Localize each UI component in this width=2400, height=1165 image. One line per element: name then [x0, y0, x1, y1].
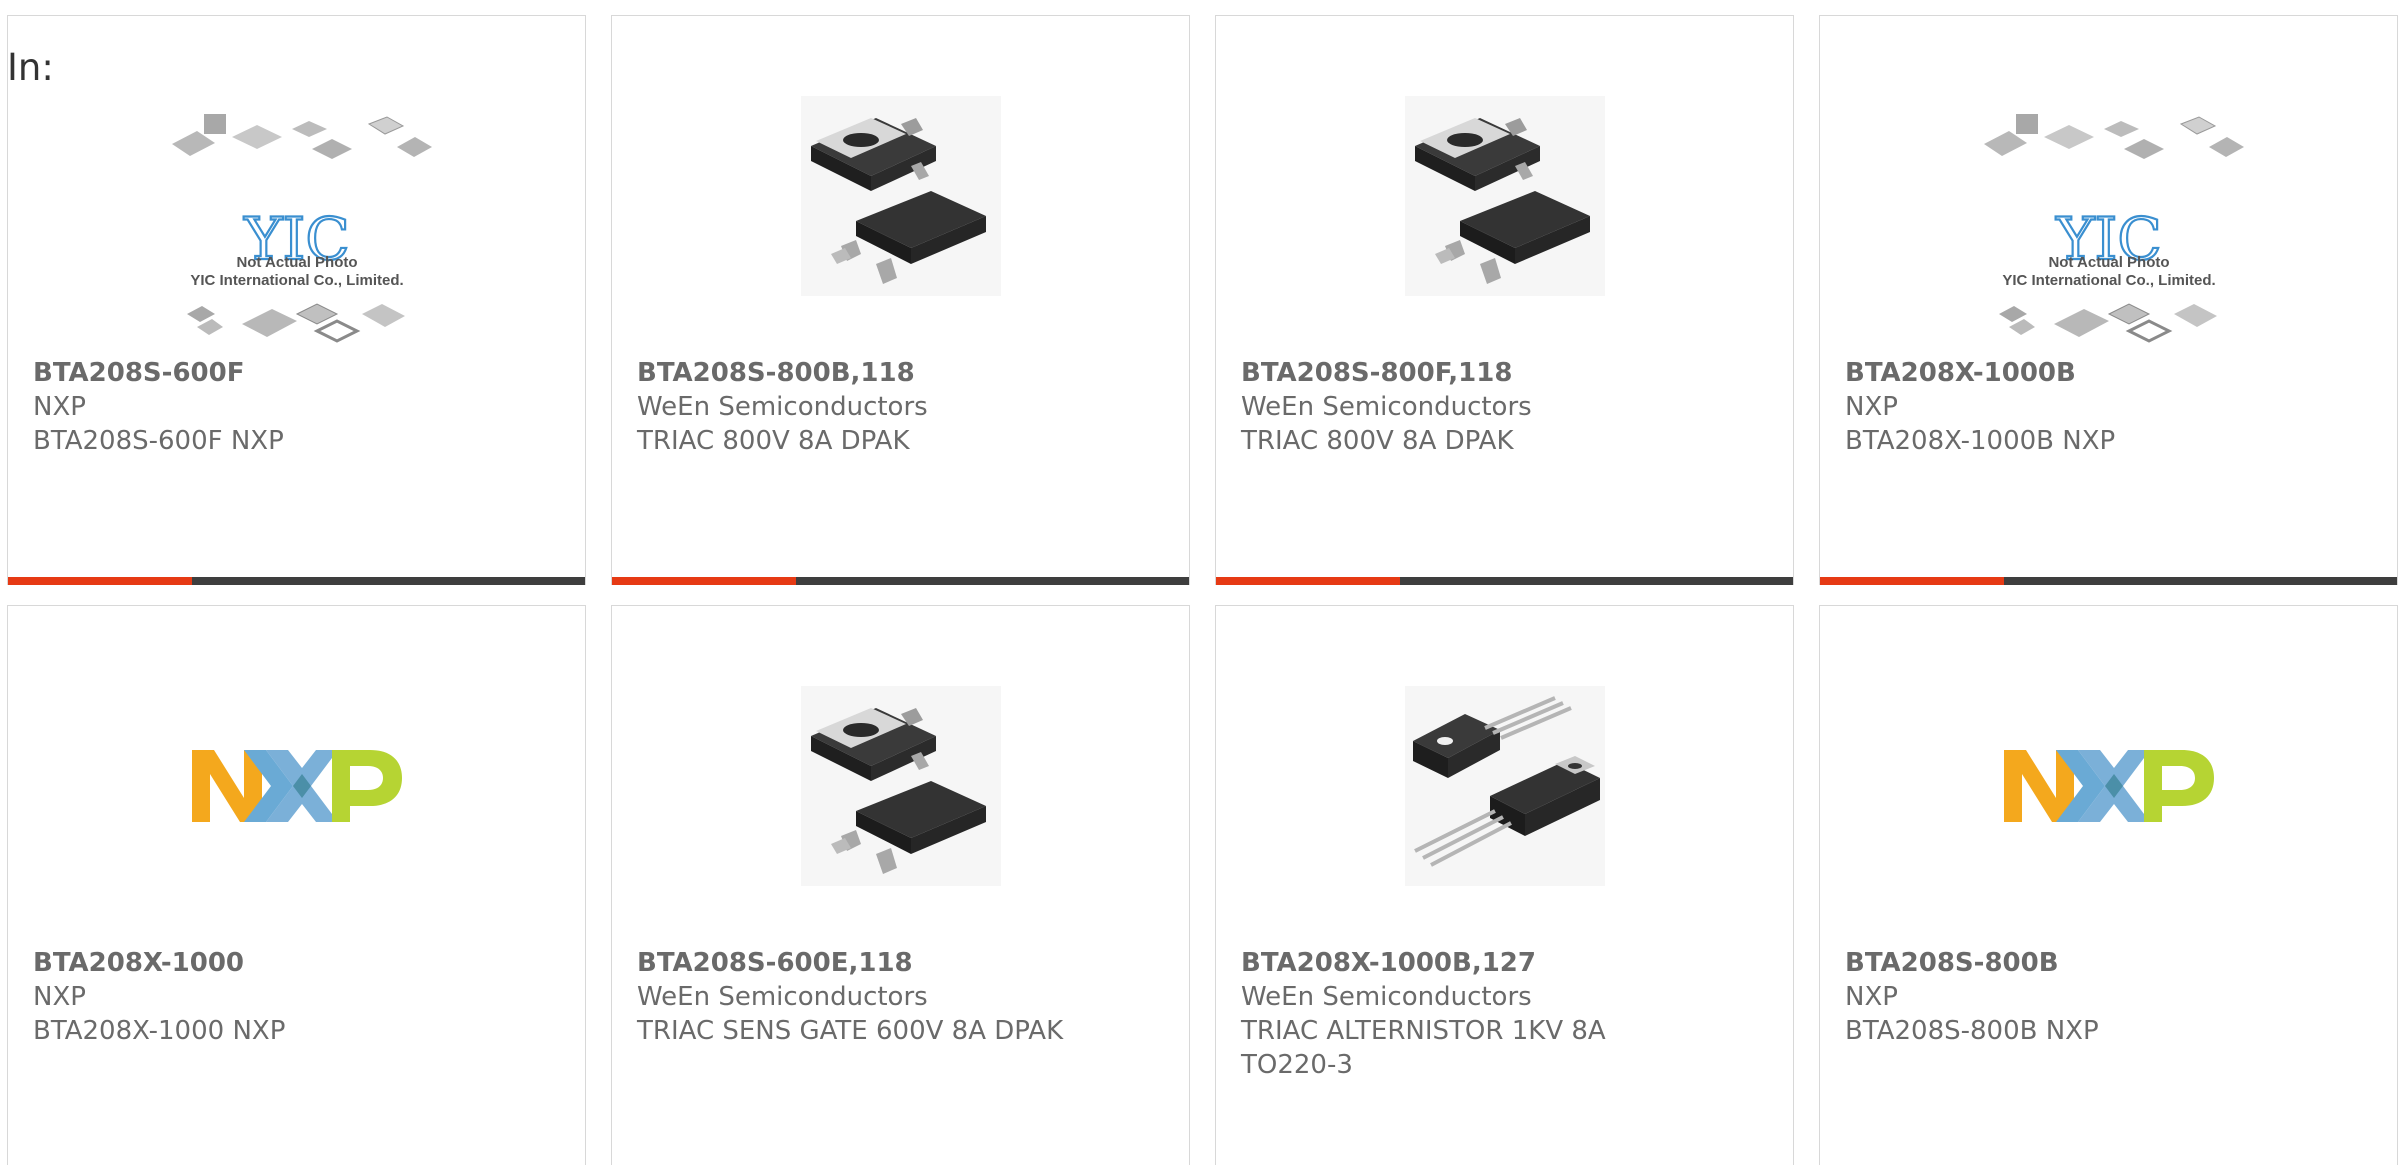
card-accent-bar — [8, 577, 192, 585]
manufacturer: WeEn Semiconductors — [637, 392, 928, 422]
product-card[interactable]: YIC Not Actual Photo YIC International C… — [1819, 15, 2398, 585]
description: BTA208S-600F NXP — [33, 426, 284, 456]
svg-text:Not Actual Photo: Not Actual Photo — [236, 254, 357, 271]
dpak-package-icon — [800, 686, 1001, 886]
card-bottom-bar — [1216, 577, 1793, 585]
part-number[interactable]: BTA208S-800F,118 — [1241, 356, 1773, 390]
product-card[interactable]: BTA208S-800F,118 WeEn Semiconductors TRI… — [1215, 15, 1794, 585]
part-number[interactable]: BTA208X-1000 — [33, 946, 565, 980]
placeholder-photo-icon: YIC Not Actual Photo YIC International C… — [1983, 114, 2244, 343]
manufacturer: NXP — [1845, 982, 1898, 1012]
dpak-package-icon — [1404, 96, 1605, 296]
product-image[interactable] — [612, 676, 1189, 896]
product-card[interactable]: BTA208X-1000 NXP BTA208X-1000 NXP — [7, 605, 586, 1165]
product-image[interactable] — [1820, 676, 2397, 896]
description: TRIAC 800V 8A DPAK — [637, 426, 910, 456]
placeholder-photo-icon: YIC Not Actual Photo YIC International C… — [171, 114, 432, 343]
filter-label: In: — [7, 46, 54, 89]
card-accent-bar — [612, 577, 796, 585]
product-image[interactable] — [1216, 676, 1793, 896]
card-bottom-bar — [8, 577, 585, 585]
part-number[interactable]: BTA208X-1000B — [1845, 356, 2377, 390]
card-bottom-bar — [1820, 577, 2397, 585]
manufacturer: NXP — [33, 982, 86, 1012]
card-accent-bar — [1216, 577, 1400, 585]
product-image[interactable] — [8, 676, 585, 896]
card-accent-bar — [1820, 577, 2004, 585]
manufacturer: WeEn Semiconductors — [1241, 392, 1532, 422]
description: TRIAC 800V 8A DPAK — [1241, 426, 1514, 456]
part-number[interactable]: BTA208S-600E,118 — [637, 946, 1169, 980]
nxp-logo-icon — [191, 750, 402, 822]
svg-text:YIC International Co., Limited: YIC International Co., Limited. — [2002, 272, 2215, 289]
product-card[interactable]: YIC Not Actual Photo YIC International C… — [7, 15, 586, 585]
dpak-package-icon — [800, 96, 1001, 296]
part-number[interactable]: BTA208S-800B,118 — [637, 356, 1169, 390]
manufacturer: WeEn Semiconductors — [637, 982, 928, 1012]
product-image[interactable]: YIC Not Actual Photo YIC International C… — [1820, 104, 2397, 364]
nxp-logo-icon — [2003, 750, 2214, 822]
product-card[interactable]: BTA208X-1000B,127 WeEn Semiconductors TR… — [1215, 605, 1794, 1165]
description: TRIAC ALTERNISTOR 1KV 8A TO220-3 — [1241, 1016, 1606, 1080]
product-image[interactable] — [1216, 86, 1793, 306]
description: BTA208X-1000 NXP — [33, 1016, 286, 1046]
product-image[interactable] — [612, 86, 1189, 306]
product-card[interactable]: BTA208S-600E,118 WeEn Semiconductors TRI… — [611, 605, 1190, 1165]
manufacturer: WeEn Semiconductors — [1241, 982, 1532, 1012]
description: TRIAC SENS GATE 600V 8A DPAK — [637, 1016, 1064, 1046]
part-number[interactable]: BTA208S-800B — [1845, 946, 2377, 980]
card-bottom-bar — [612, 577, 1189, 585]
manufacturer: NXP — [1845, 392, 1898, 422]
product-card[interactable]: BTA208S-800B NXP BTA208S-800B NXP — [1819, 605, 2398, 1165]
part-number[interactable]: BTA208X-1000B,127 — [1241, 946, 1773, 980]
svg-text:Not Actual Photo: Not Actual Photo — [2048, 254, 2169, 271]
description: BTA208S-800B NXP — [1845, 1016, 2099, 1046]
product-card[interactable]: BTA208S-800B,118 WeEn Semiconductors TRI… — [611, 15, 1190, 585]
description: BTA208X-1000B NXP — [1845, 426, 2116, 456]
svg-text:YIC International Co., Limited: YIC International Co., Limited. — [190, 272, 403, 289]
manufacturer: NXP — [33, 392, 86, 422]
part-number[interactable]: BTA208S-600F — [33, 356, 565, 390]
product-image[interactable]: YIC Not Actual Photo YIC International C… — [8, 104, 585, 364]
to220-package-icon — [1404, 686, 1605, 886]
